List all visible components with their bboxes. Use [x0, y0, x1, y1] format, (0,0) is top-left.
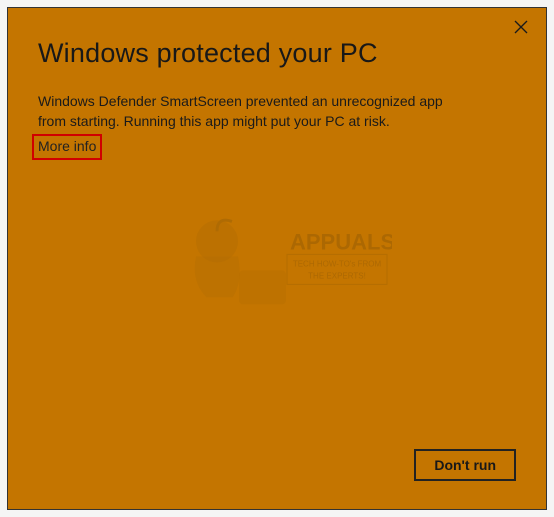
dont-run-button[interactable]: Don't run	[414, 449, 516, 481]
close-icon[interactable]	[514, 20, 528, 34]
dialog-body-text: Windows Defender SmartScreen prevented a…	[38, 91, 458, 132]
svg-text:THE EXPERTS!: THE EXPERTS!	[308, 271, 366, 280]
watermark-logo: APPUALS TECH HOW-TO's FROM THE EXPERTS!	[162, 201, 392, 321]
more-info-highlight: More info	[32, 134, 102, 160]
svg-text:TECH HOW-TO's FROM: TECH HOW-TO's FROM	[293, 259, 382, 268]
dialog-button-row: Don't run	[414, 449, 516, 481]
dialog-title: Windows protected your PC	[38, 38, 516, 69]
more-info-link[interactable]: More info	[38, 138, 96, 154]
svg-text:APPUALS: APPUALS	[290, 229, 392, 254]
smartscreen-dialog: Windows protected your PC Windows Defend…	[7, 7, 547, 510]
